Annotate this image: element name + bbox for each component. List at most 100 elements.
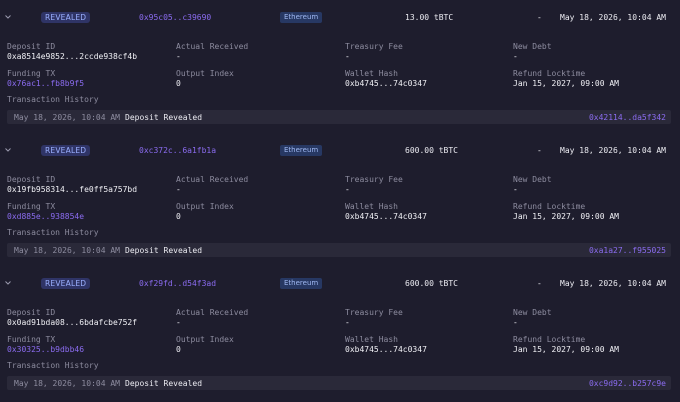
deposit-date: May 18, 2026, 10:04 AM (560, 279, 666, 288)
deposit-id-label: Deposit ID (7, 308, 56, 317)
status-badge: REVEALED (41, 12, 91, 23)
refund-locktime-label: Refund Locktime (513, 335, 586, 344)
deposit-dash: - (537, 13, 542, 22)
funding-tx-cell: Funding TX 0x30325..b9dbb46 (7, 335, 84, 354)
deposit-row: REVEALED 0x95c05..c39690 Ethereum 13.00 … (0, 9, 680, 143)
treasury-fee-label: Treasury Fee (345, 308, 403, 317)
wallet-hash-value: 0xb4745...74c0347 (345, 79, 427, 88)
refund-locktime-value: Jan 15, 2027, 09:00 AM (513, 345, 619, 354)
chevron-down-icon[interactable] (4, 146, 12, 154)
deposit-row: REVEALED 0xf29fd..d54f3ad Ethereum 600.0… (0, 275, 680, 402)
new-debt-cell: New Debt - (513, 42, 552, 61)
status-badge: REVEALED (41, 278, 91, 289)
output-index-value: 0 (176, 212, 181, 221)
actual-received-cell: Actual Received - (176, 42, 248, 61)
wallet-hash-cell: Wallet Hash 0xb4745...74c0347 (345, 69, 427, 88)
deposit-id-label: Deposit ID (7, 42, 56, 51)
deposit-id-label: Deposit ID (7, 175, 56, 184)
new-debt-value: - (513, 185, 518, 194)
funding-tx-cell: Funding TX 0xd885e..938854e (7, 202, 84, 221)
refund-locktime-cell: Refund Locktime Jan 15, 2027, 09:00 AM (513, 202, 619, 221)
history-date: May 18, 2026, 10:04 AM (14, 379, 120, 388)
refund-locktime-cell: Refund Locktime Jan 15, 2027, 09:00 AM (513, 69, 619, 88)
output-index-cell: Output Index 0 (176, 69, 234, 88)
deposit-header[interactable]: REVEALED 0xf29fd..d54f3ad Ethereum 600.0… (0, 275, 680, 293)
output-index-label: Output Index (176, 202, 234, 211)
funding-tx-label: Funding TX (7, 202, 56, 211)
new-debt-label: New Debt (513, 175, 552, 184)
treasury-fee-cell: Treasury Fee - (345, 42, 403, 61)
actual-received-cell: Actual Received - (176, 175, 248, 194)
history-date: May 18, 2026, 10:04 AM (14, 246, 120, 255)
output-index-cell: Output Index 0 (176, 335, 234, 354)
status-badge: REVEALED (41, 145, 91, 156)
deposit-id-value: 0x19fb958314...fe0ff5a757bd (7, 185, 138, 194)
treasury-fee-value: - (345, 318, 350, 327)
refund-locktime-label: Refund Locktime (513, 202, 586, 211)
funding-tx-link[interactable]: 0xd885e..938854e (7, 212, 84, 221)
output-index-label: Output Index (176, 335, 234, 344)
wallet-hash-label: Wallet Hash (345, 69, 398, 78)
deposit-id-cell: Deposit ID 0x0ad91bda08...6bdafcbe752f (7, 308, 137, 327)
actual-received-cell: Actual Received - (176, 308, 248, 327)
history-event: Deposit Revealed (125, 379, 203, 388)
refund-locktime-cell: Refund Locktime Jan 15, 2027, 09:00 AM (513, 335, 619, 354)
deposit-row: REVEALED 0xc372c..6a1fb1a Ethereum 600.0… (0, 142, 680, 276)
actual-received-value: - (176, 52, 181, 61)
wallet-hash-value: 0xb4745...74c0347 (345, 212, 427, 221)
actual-received-label: Actual Received (176, 175, 249, 184)
transaction-history-label: Transaction History (7, 361, 99, 370)
deposit-header[interactable]: REVEALED 0x95c05..c39690 Ethereum 13.00 … (0, 9, 680, 27)
deposit-hash-link[interactable]: 0xf29fd..d54f3ad (139, 279, 216, 288)
funding-tx-link[interactable]: 0x30325..b9dbb46 (7, 345, 84, 354)
wallet-hash-cell: Wallet Hash 0xb4745...74c0347 (345, 202, 427, 221)
refund-locktime-label: Refund Locktime (513, 69, 586, 78)
new-debt-cell: New Debt - (513, 175, 552, 194)
new-debt-label: New Debt (513, 308, 552, 317)
new-debt-value: - (513, 52, 518, 61)
actual-received-value: - (176, 318, 181, 327)
refund-locktime-value: Jan 15, 2027, 09:00 AM (513, 212, 619, 221)
wallet-hash-label: Wallet Hash (345, 202, 398, 211)
deposit-id-value: 0xa8514e9852...2ccde938cf4b (7, 52, 138, 61)
chain-badge: Ethereum (280, 12, 323, 23)
output-index-value: 0 (176, 345, 181, 354)
actual-received-label: Actual Received (176, 308, 249, 317)
output-index-cell: Output Index 0 (176, 202, 234, 221)
deposit-id-cell: Deposit ID 0xa8514e9852...2ccde938cf4b (7, 42, 137, 61)
funding-tx-cell: Funding TX 0x76ac1..fb8b9f5 (7, 69, 84, 88)
chain-badge: Ethereum (280, 278, 323, 289)
chain-badge: Ethereum (280, 145, 323, 156)
funding-tx-link[interactable]: 0x76ac1..fb8b9f5 (7, 79, 84, 88)
deposit-amount: 600.00 tBTC (405, 279, 458, 288)
output-index-label: Output Index (176, 69, 234, 78)
new-debt-value: - (513, 318, 518, 327)
output-index-value: 0 (176, 79, 181, 88)
deposit-dash: - (537, 146, 542, 155)
wallet-hash-label: Wallet Hash (345, 335, 398, 344)
transaction-history-label: Transaction History (7, 95, 99, 104)
deposit-id-value: 0x0ad91bda08...6bdafcbe752f (7, 318, 138, 327)
history-tx-link[interactable]: 0xc9d92..b257c9e (589, 379, 666, 388)
chevron-down-icon[interactable] (4, 279, 12, 287)
treasury-fee-value: - (345, 185, 350, 194)
history-row: May 18, 2026, 10:04 AM Deposit Revealed … (7, 110, 671, 124)
deposit-hash-link[interactable]: 0xc372c..6a1fb1a (139, 146, 216, 155)
deposit-id-cell: Deposit ID 0x19fb958314...fe0ff5a757bd (7, 175, 137, 194)
chevron-down-icon[interactable] (4, 13, 12, 21)
treasury-fee-cell: Treasury Fee - (345, 308, 403, 327)
history-tx-link[interactable]: 0xa1a27..f955025 (589, 246, 666, 255)
new-debt-cell: New Debt - (513, 308, 552, 327)
history-row: May 18, 2026, 10:04 AM Deposit Revealed … (7, 243, 671, 257)
deposit-amount: 600.00 tBTC (405, 146, 458, 155)
deposit-dash: - (537, 279, 542, 288)
treasury-fee-value: - (345, 52, 350, 61)
history-tx-link[interactable]: 0x42114..da5f342 (589, 113, 666, 122)
deposit-header[interactable]: REVEALED 0xc372c..6a1fb1a Ethereum 600.0… (0, 142, 680, 160)
history-event: Deposit Revealed (125, 246, 203, 255)
deposit-date: May 18, 2026, 10:04 AM (560, 13, 666, 22)
deposit-hash-link[interactable]: 0x95c05..c39690 (139, 13, 211, 22)
actual-received-value: - (176, 185, 181, 194)
funding-tx-label: Funding TX (7, 335, 56, 344)
refund-locktime-value: Jan 15, 2027, 09:00 AM (513, 79, 619, 88)
